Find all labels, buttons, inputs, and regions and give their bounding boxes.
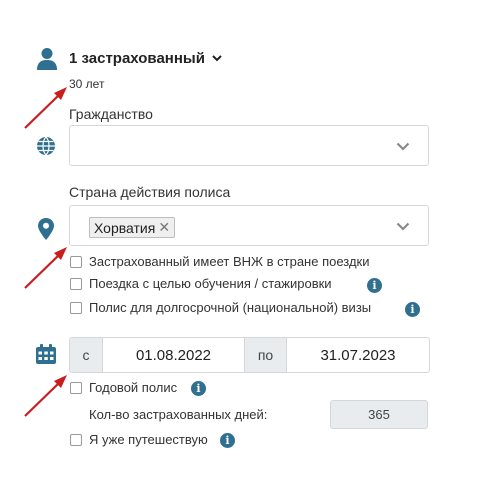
person-icon <box>37 48 57 70</box>
long-term-visa-checkbox[interactable] <box>70 301 82 314</box>
globe-icon <box>37 136 55 156</box>
chevron-down-icon <box>212 55 222 62</box>
insured-days-value: 365 <box>330 400 428 429</box>
date-range: с 01.08.2022 по 31.07.2023 <box>69 337 430 373</box>
annual-policy-label: Годовой полис <box>89 380 178 395</box>
insured-days-label: Кол-во застрахованных дней: <box>89 407 268 422</box>
calendar-icon <box>36 344 56 364</box>
info-icon[interactable]: i <box>367 278 382 293</box>
info-icon[interactable]: i <box>220 433 235 448</box>
insured-count-label: 1 застрахованный <box>69 50 205 67</box>
map-pin-icon <box>38 218 54 240</box>
date-to-input[interactable]: 31.07.2023 <box>287 338 429 372</box>
insured-count-dropdown[interactable]: 1 застрахованный <box>69 50 222 67</box>
study-trip-checkbox-row[interactable]: Поездка с целью обучения / стажировки <box>70 276 332 291</box>
long-term-visa-label: Полис для долгосрочной (национальной) ви… <box>89 300 372 315</box>
annual-policy-checkbox-row[interactable]: Годовой полис <box>70 380 177 395</box>
already-traveling-checkbox-row[interactable]: Я уже путешествую <box>70 432 208 447</box>
info-icon[interactable]: i <box>191 381 206 396</box>
already-traveling-checkbox[interactable] <box>70 433 82 446</box>
date-to-prefix: по <box>245 338 287 372</box>
policy-country-select[interactable]: Хорватия ✕ <box>69 205 429 246</box>
remove-tag-icon[interactable]: ✕ <box>158 219 170 236</box>
country-tag-label: Хорватия <box>94 219 156 236</box>
residence-permit-checkbox-row[interactable]: Застрахованный имеет ВНЖ в стране поездк… <box>70 254 370 269</box>
study-trip-label: Поездка с целью обучения / стажировки <box>89 276 332 291</box>
annotation-arrow <box>24 87 67 129</box>
annotation-arrow <box>24 247 67 289</box>
insured-age: 30 лет <box>69 77 105 91</box>
chevron-down-icon <box>396 222 410 231</box>
citizenship-label: Гражданство <box>69 106 153 122</box>
annotation-arrow <box>24 375 67 417</box>
country-tag: Хорватия ✕ <box>89 217 176 238</box>
date-from-input[interactable]: 01.08.2022 <box>103 338 245 372</box>
long-term-visa-checkbox-row[interactable]: Полис для долгосрочной (национальной) ви… <box>70 300 371 315</box>
residence-permit-label: Застрахованный имеет ВНЖ в стране поездк… <box>89 254 370 269</box>
already-traveling-label: Я уже путешествую <box>89 432 208 447</box>
policy-country-label: Страна действия полиса <box>69 184 231 200</box>
citizenship-select[interactable] <box>69 125 429 166</box>
chevron-down-icon <box>396 142 410 151</box>
info-icon[interactable]: i <box>405 302 420 317</box>
date-from-prefix: с <box>70 338 103 372</box>
